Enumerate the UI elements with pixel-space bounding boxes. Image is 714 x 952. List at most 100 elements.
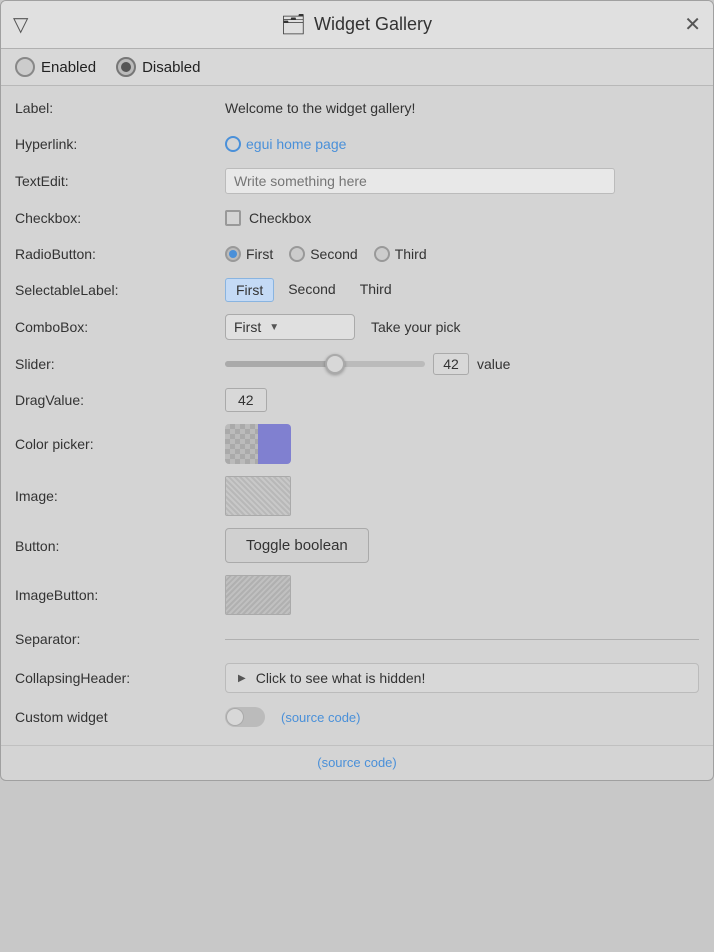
- slider-thumb[interactable]: [325, 354, 345, 374]
- disabled-radio[interactable]: Disabled: [116, 57, 200, 77]
- content-area: Label: Welcome to the widget gallery! Hy…: [1, 86, 713, 745]
- custom-toggle-track[interactable]: [225, 707, 265, 727]
- disabled-label: Disabled: [142, 59, 200, 76]
- combobox-key: ComboBox:: [15, 319, 225, 335]
- slider-value: 42 value: [225, 353, 699, 375]
- label-key: Label:: [15, 100, 225, 116]
- selectable-item-third[interactable]: Third: [350, 278, 402, 302]
- slider-track[interactable]: [225, 361, 425, 367]
- separator-line: [225, 639, 699, 640]
- drag-value-key: DragValue:: [15, 392, 225, 408]
- main-window: ▽ 🗂 Widget Gallery ✕ Enabled Disabled La…: [0, 0, 714, 781]
- custom-widget-value: (source code): [225, 707, 699, 727]
- color-picker-value: [225, 424, 699, 464]
- image-value: [225, 476, 699, 516]
- window-icon: 🗂: [281, 12, 306, 37]
- slider-fill: [225, 361, 335, 367]
- radio-label-first: First: [246, 246, 273, 262]
- selectable-item-first[interactable]: First: [225, 278, 274, 302]
- image-button-key: ImageButton:: [15, 587, 225, 603]
- image-button-value: [225, 575, 699, 615]
- label-value: Welcome to the widget gallery!: [225, 100, 699, 116]
- drag-value-value: 42: [225, 388, 699, 412]
- custom-widget-source-link[interactable]: (source code): [281, 710, 360, 725]
- selectable-label-row: SelectableLabel: First Second Third: [1, 272, 713, 308]
- radio-circle-second: [289, 246, 305, 262]
- selectable-item-second[interactable]: Second: [278, 278, 345, 302]
- checkbox-label: Checkbox: [249, 210, 311, 226]
- selectable-label-key: SelectableLabel:: [15, 282, 225, 298]
- color-swatch: [258, 424, 291, 464]
- radio-circle-first: [225, 246, 241, 262]
- image-button-row: ImageButton:: [1, 569, 713, 621]
- checkbox-row: Checkbox: Checkbox: [1, 200, 713, 236]
- textedit-input[interactable]: [225, 168, 615, 194]
- disabled-radio-circle: [116, 57, 136, 77]
- drag-value-row: DragValue: 42: [1, 382, 713, 418]
- enabled-radio[interactable]: Enabled: [15, 57, 96, 77]
- radio-label-third: Third: [395, 246, 427, 262]
- combobox-value: First ▼ Take your pick: [225, 314, 699, 340]
- separator-row: Separator:: [1, 621, 713, 657]
- button-row: Button: Toggle boolean: [1, 522, 713, 569]
- globe-icon: [225, 136, 241, 152]
- button-value: Toggle boolean: [225, 528, 699, 563]
- color-picker-swatch[interactable]: [225, 424, 291, 464]
- color-picker-row: Color picker:: [1, 418, 713, 470]
- image-noise: [226, 477, 290, 515]
- radio-item-first[interactable]: First: [225, 246, 273, 262]
- titlebar: ▽ 🗂 Widget Gallery ✕: [1, 1, 713, 49]
- title-group: 🗂 Widget Gallery: [281, 12, 432, 37]
- combobox-selected: First: [234, 319, 261, 335]
- separator-key: Separator:: [15, 631, 225, 647]
- collapsing-header-label: Click to see what is hidden!: [256, 670, 426, 686]
- collapsing-header[interactable]: ▶ Click to see what is hidden!: [225, 663, 699, 693]
- toggle-button[interactable]: Toggle boolean: [225, 528, 369, 563]
- color-checker: [225, 424, 258, 464]
- slider-value-box: 42: [433, 353, 469, 375]
- image-button-noise: [226, 576, 290, 614]
- custom-toggle-thumb: [226, 708, 244, 726]
- enabled-radio-circle: [15, 57, 35, 77]
- custom-widget-key: Custom widget: [15, 709, 225, 725]
- radio-item-third[interactable]: Third: [374, 246, 427, 262]
- slider-row: Slider: 42 value: [1, 346, 713, 382]
- combobox-hint: Take your pick: [371, 319, 460, 335]
- slider-unit: value: [477, 356, 510, 372]
- label-text: Welcome to the widget gallery!: [225, 100, 415, 116]
- combobox-arrow-icon: ▼: [269, 322, 279, 333]
- textedit-value: [225, 168, 699, 194]
- slider-key: Slider:: [15, 356, 225, 372]
- checkbox-box[interactable]: [225, 210, 241, 226]
- radio-circle-third: [374, 246, 390, 262]
- footer-source-link[interactable]: (source code): [317, 755, 396, 770]
- drag-value-box[interactable]: 42: [225, 388, 267, 412]
- collapsing-header-row: CollapsingHeader: ▶ Click to see what is…: [1, 657, 713, 699]
- hyperlink-text: egui home page: [246, 136, 346, 152]
- checkbox-key: Checkbox:: [15, 210, 225, 226]
- hyperlink-row: Hyperlink: egui home page: [1, 126, 713, 162]
- collapsing-header-key: CollapsingHeader:: [15, 670, 225, 686]
- collapsing-header-value: ▶ Click to see what is hidden!: [225, 663, 699, 693]
- separator-value: [225, 637, 699, 642]
- selectable-group: First Second Third: [225, 278, 402, 302]
- disabled-radio-dot: [121, 62, 131, 72]
- footer: (source code): [1, 745, 713, 780]
- selectable-label-value: First Second Third: [225, 278, 699, 302]
- radio-item-second[interactable]: Second: [289, 246, 357, 262]
- image-button[interactable]: [225, 575, 291, 615]
- color-picker-key: Color picker:: [15, 436, 225, 452]
- custom-widget-row: Custom widget (source code): [1, 699, 713, 735]
- slider-container: 42 value: [225, 353, 510, 375]
- enabled-label: Enabled: [41, 59, 96, 76]
- hyperlink-link[interactable]: egui home page: [225, 136, 346, 152]
- toolbar: Enabled Disabled: [1, 49, 713, 86]
- hyperlink-key: Hyperlink:: [15, 136, 225, 152]
- checkbox-value: Checkbox: [225, 210, 699, 226]
- image-key: Image:: [15, 488, 225, 504]
- close-button[interactable]: ✕: [684, 12, 701, 37]
- combobox-select[interactable]: First ▼: [225, 314, 355, 340]
- textedit-row: TextEdit:: [1, 162, 713, 200]
- menu-icon[interactable]: ▽: [13, 12, 28, 37]
- image-placeholder: [225, 476, 291, 516]
